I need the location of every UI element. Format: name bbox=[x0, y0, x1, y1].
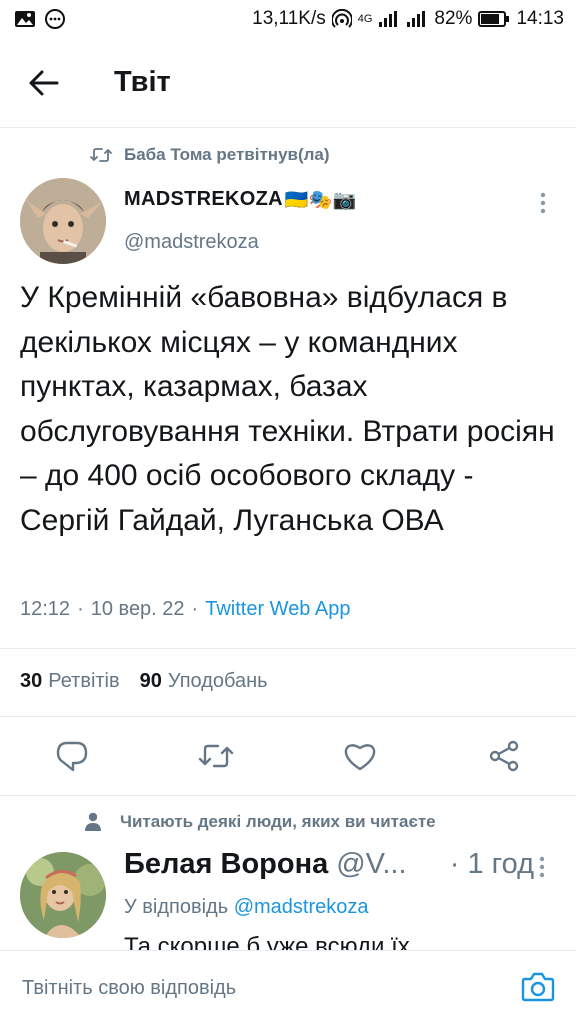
social-context-label: Читають деякі люди, яких ви читаєте bbox=[120, 812, 436, 831]
author-name-text: MADSTREKOZA bbox=[124, 188, 283, 210]
tweet-date: 10 вер. 22 bbox=[90, 598, 185, 620]
reply-compose-input[interactable] bbox=[22, 973, 492, 1003]
tweet-source-link[interactable]: Twitter Web App bbox=[205, 598, 350, 621]
page-title: Твіт bbox=[114, 66, 171, 98]
author-handle[interactable]: @madstrekoza bbox=[124, 231, 259, 254]
divider bbox=[0, 716, 576, 717]
hotspot-icon bbox=[331, 9, 352, 29]
tweet-time: 12:12 bbox=[20, 598, 71, 620]
reply-more-button[interactable] bbox=[530, 855, 554, 879]
compose-bar bbox=[0, 950, 576, 1024]
reply-author-handle[interactable]: @V... bbox=[336, 848, 406, 881]
network-type: 4G bbox=[357, 13, 373, 25]
tweet-actions bbox=[0, 726, 576, 786]
camera-icon bbox=[521, 972, 555, 1002]
social-context: Читають деякі люди, яких ви читаєте bbox=[84, 812, 436, 832]
divider bbox=[0, 648, 576, 649]
retweets-label: Ретвітів bbox=[48, 670, 120, 692]
tweet-stats: 30 Ретвітів 90 Уподобань bbox=[20, 670, 268, 693]
app-header: Твіт bbox=[0, 38, 576, 128]
reply-to-line: У відповідь @madstrekoza bbox=[124, 896, 368, 919]
arrow-left-icon bbox=[29, 70, 59, 95]
reply-header: Белая Ворона @V... · 1 год bbox=[124, 848, 534, 881]
likes-stat[interactable]: 90 Уподобань bbox=[140, 670, 268, 693]
reply-text: Та скорше б уже всюди їх повиганяли, щоб… bbox=[124, 933, 410, 950]
author-name[interactable]: MADSTREKOZA 🇺🇦🎭📷 bbox=[124, 188, 357, 211]
more-vertical-icon bbox=[539, 856, 545, 878]
share-button[interactable] bbox=[484, 736, 524, 776]
retweet-icon bbox=[198, 744, 234, 768]
battery-percent: 82% bbox=[434, 8, 473, 29]
status-bar: 13,11K/s 4G 82% 14:13 bbox=[0, 0, 576, 38]
reply-to-mention[interactable]: @madstrekoza bbox=[234, 896, 369, 918]
retweet-context[interactable]: Баба Тома ретвітнув(ла) bbox=[90, 145, 330, 165]
tweet-text: У Кремінній «бавовна» відбулася в декіль… bbox=[20, 281, 555, 537]
tweet-more-button[interactable] bbox=[528, 188, 558, 218]
heart-icon bbox=[344, 744, 376, 771]
tweet-meta: 12:12 · 10 вер. 22 · Twitter Web App bbox=[20, 598, 351, 621]
net-speed: 13,11K/s bbox=[252, 8, 326, 29]
clock: 14:13 bbox=[516, 8, 564, 29]
reply-text-clipped: Та скорше б уже всюди їх повиганяли, щоб… bbox=[124, 932, 534, 950]
retweet-button[interactable] bbox=[196, 736, 236, 776]
reply-to-prefix: У відповідь bbox=[124, 896, 229, 918]
share-icon bbox=[489, 740, 519, 772]
person-icon bbox=[85, 812, 101, 831]
battery-icon bbox=[478, 10, 510, 28]
reply-author-avatar[interactable] bbox=[20, 852, 106, 938]
retweet-icon bbox=[90, 148, 112, 162]
retweet-context-label: Баба Тома ретвітнув(ла) bbox=[124, 145, 330, 164]
status-bar-left bbox=[14, 8, 66, 30]
author-avatar[interactable] bbox=[20, 178, 106, 264]
section-divider bbox=[0, 795, 576, 796]
chat-notification-icon bbox=[44, 8, 66, 30]
more-vertical-icon bbox=[540, 192, 546, 214]
back-button[interactable] bbox=[14, 53, 74, 113]
reply-time: · 1 год bbox=[449, 848, 534, 880]
signal-icon bbox=[378, 10, 400, 28]
like-button[interactable] bbox=[340, 736, 380, 776]
reply-author-name[interactable]: Белая Ворона bbox=[124, 848, 328, 881]
reply-icon bbox=[56, 741, 88, 772]
retweets-stat[interactable]: 30 Ретвітів bbox=[20, 670, 120, 693]
image-notification-icon bbox=[14, 10, 36, 28]
signal-icon-2 bbox=[406, 10, 428, 28]
likes-label: Уподобань bbox=[167, 670, 268, 692]
author-emoji: 🇺🇦🎭📷 bbox=[284, 189, 357, 211]
reply-button[interactable] bbox=[52, 736, 92, 776]
camera-button[interactable] bbox=[520, 969, 556, 1005]
retweets-count: 30 bbox=[20, 670, 43, 692]
status-bar-right: 13,11K/s 4G 82% 14:13 bbox=[252, 8, 564, 30]
likes-count: 90 bbox=[139, 670, 162, 692]
